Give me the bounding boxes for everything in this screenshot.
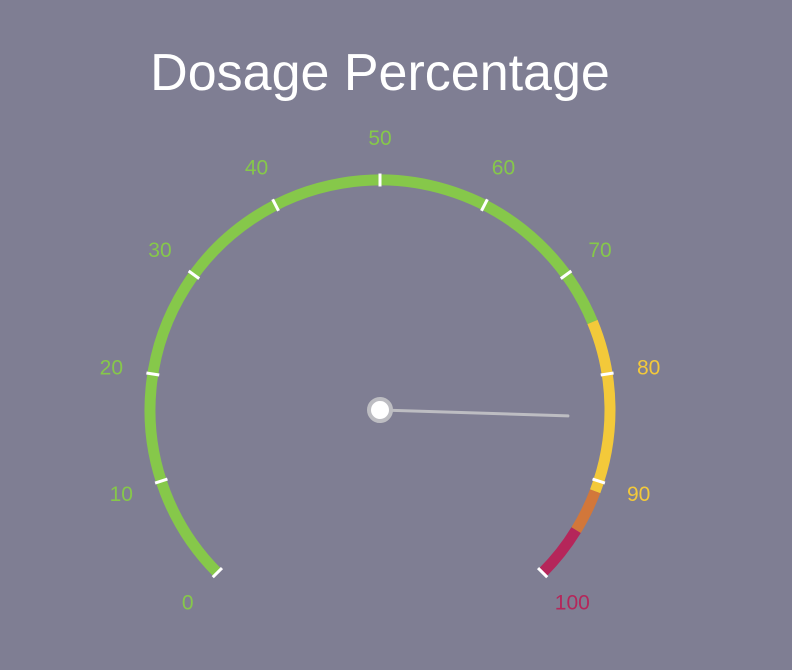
tick-label-10: 10: [110, 483, 133, 506]
tick-label-40: 40: [245, 157, 268, 180]
gauge-chart-stage: Dosage Percentage 0 10 20 30 40 50 60 70 80 90 100: [0, 0, 792, 670]
gauge-chart: Dosage Percentage 0 10 20 30 40 50 60 70 80 90 100: [100, 44, 661, 614]
gauge-band-0: [144, 174, 598, 577]
tick-mark-20: [146, 371, 160, 377]
gauge-bands: [144, 174, 616, 577]
gauge-band-1: [587, 319, 616, 494]
tick-label-60: 60: [492, 157, 515, 180]
tick-label-90: 90: [627, 483, 650, 506]
gauge-band-3: [538, 527, 581, 577]
tick-label-100: 100: [555, 591, 590, 614]
tick-label-20: 20: [100, 356, 123, 379]
tick-label-30: 30: [148, 239, 171, 262]
gauge-needle-group: [367, 397, 570, 423]
tick-label-70: 70: [588, 239, 611, 262]
tick-mark-80: [600, 371, 614, 377]
gauge-needle: [378, 408, 570, 418]
chart-title: Dosage Percentage: [150, 44, 610, 102]
gauge-ticks: [146, 173, 614, 579]
needle-pivot: [367, 397, 393, 423]
gauge-band-2: [571, 489, 601, 534]
tick-label-80: 80: [637, 356, 660, 379]
gauge-tick-labels: 0 10 20 30 40 50 60 70 80 90 100: [100, 127, 661, 614]
tick-label-50: 50: [368, 127, 391, 150]
tick-label-0: 0: [182, 591, 194, 614]
